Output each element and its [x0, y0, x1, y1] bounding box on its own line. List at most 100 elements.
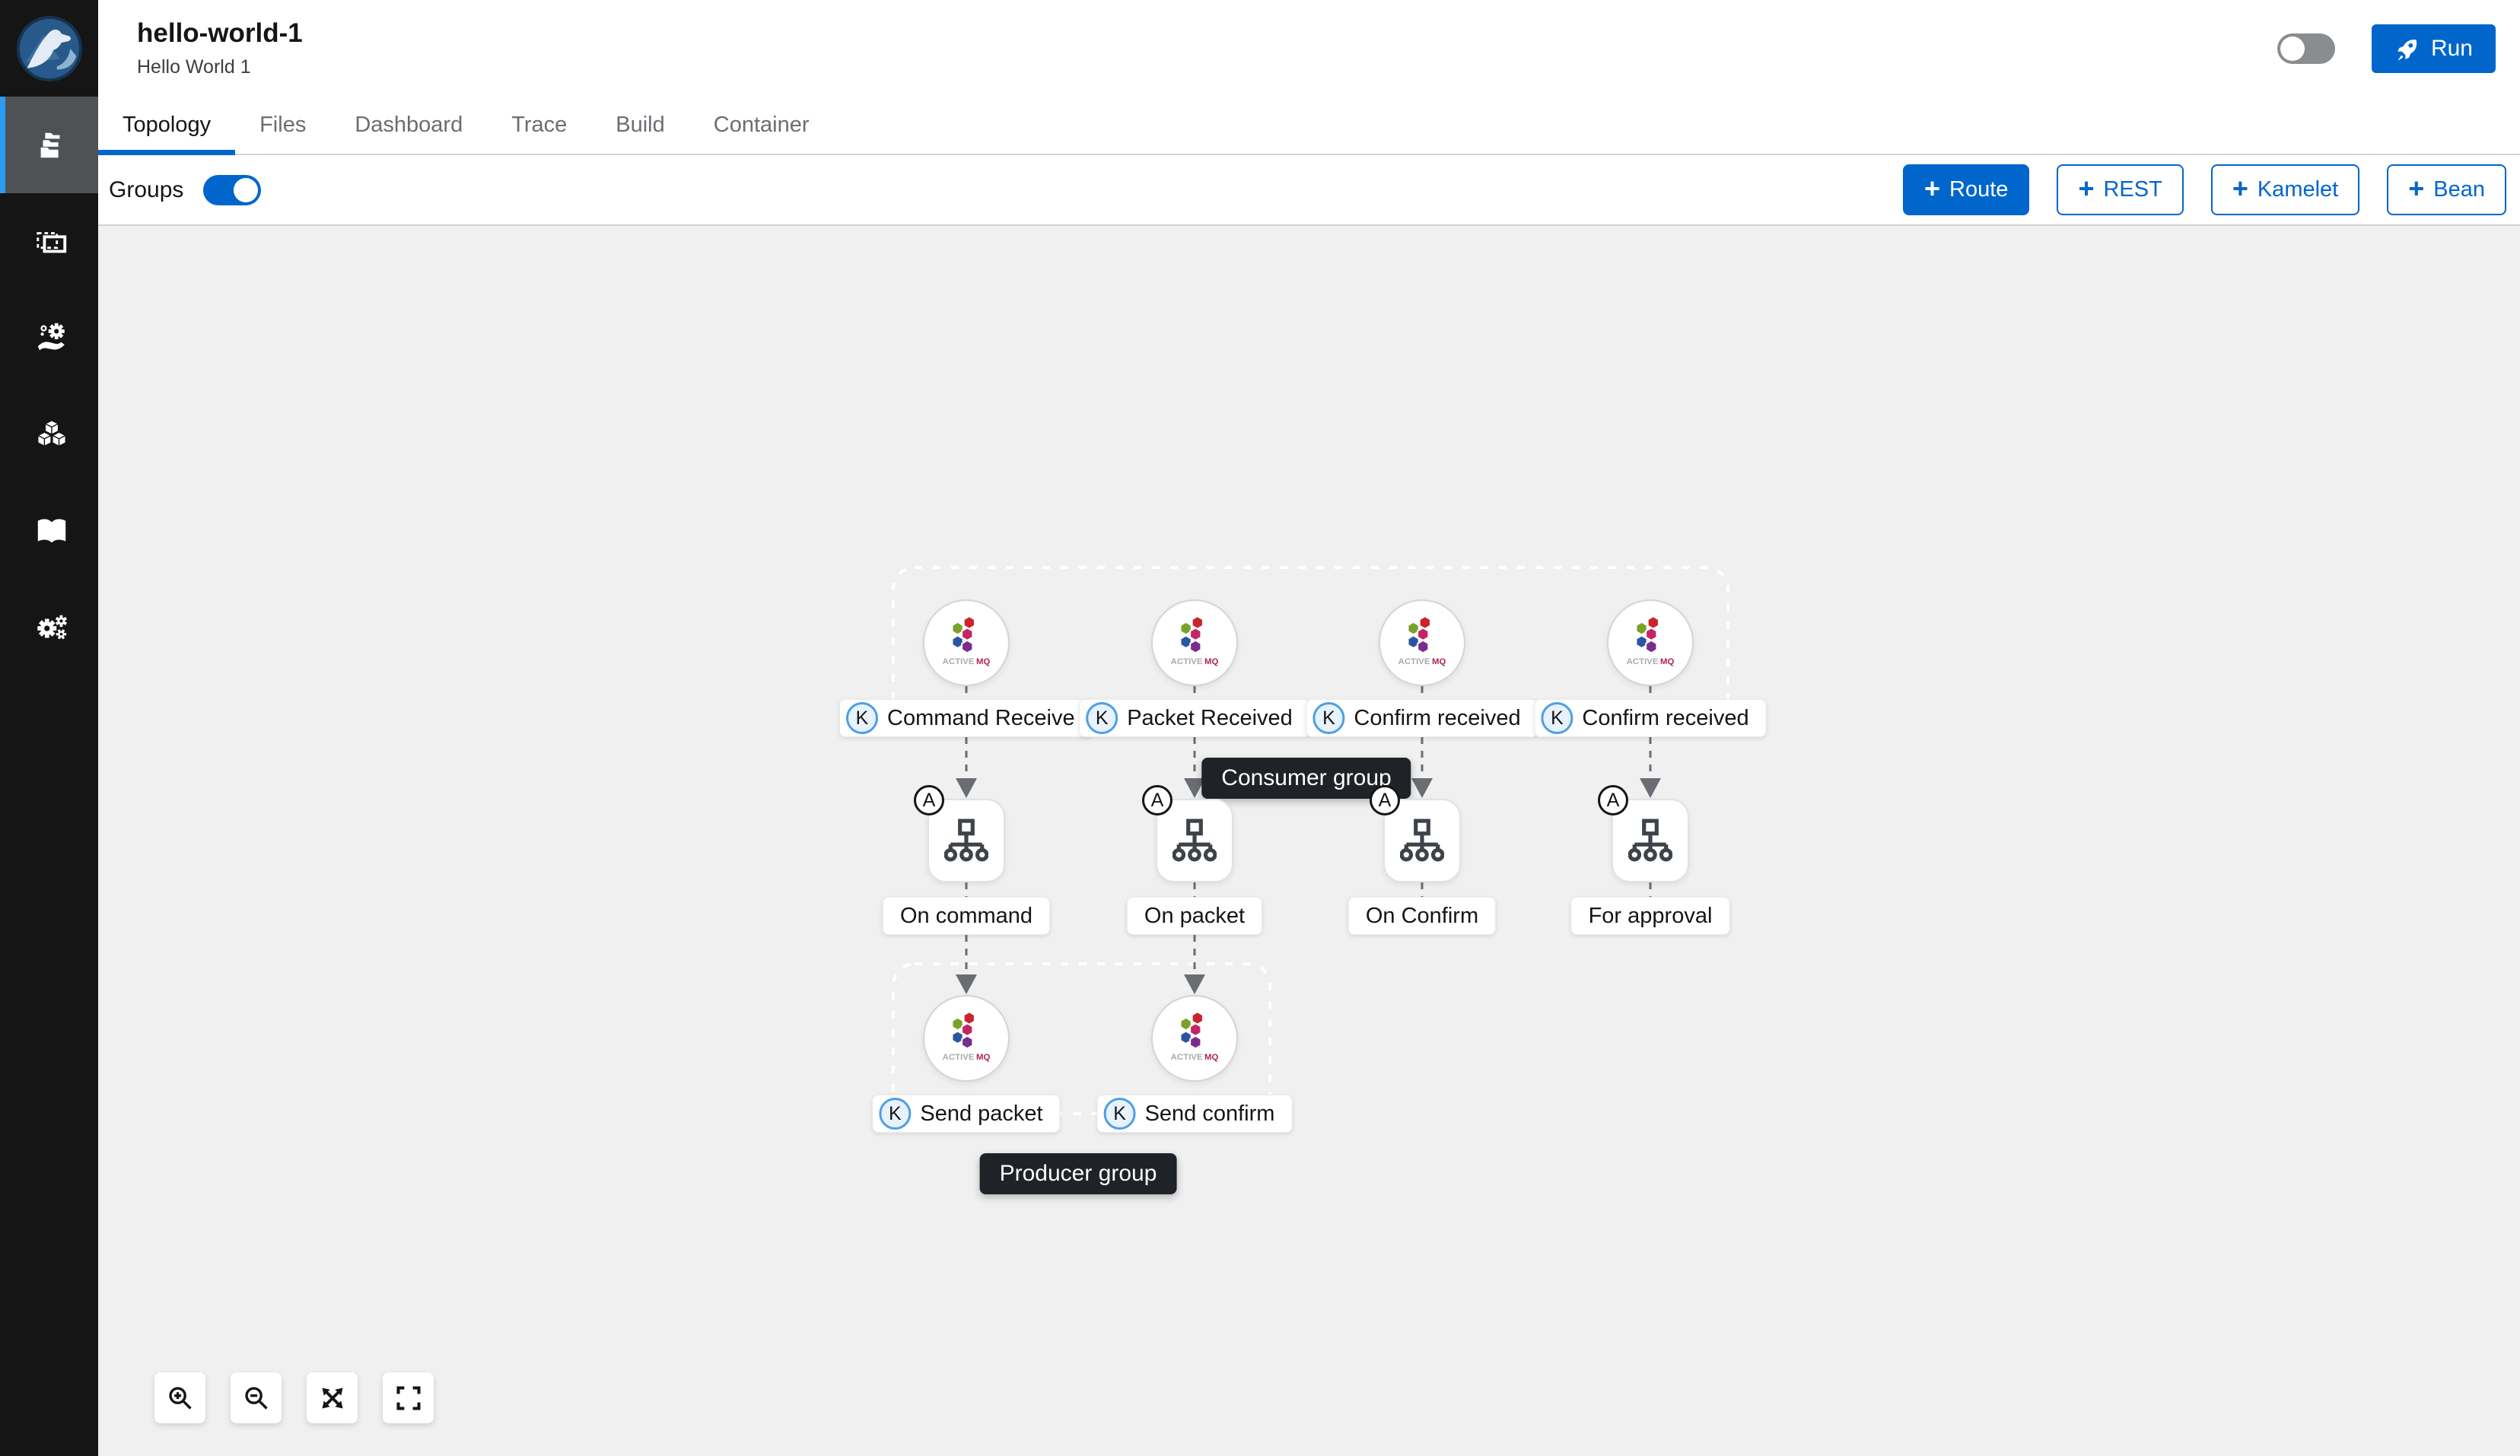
add-bean-button[interactable]: + Bean [2387, 164, 2506, 215]
add-route-button[interactable]: + Route [1903, 164, 2029, 215]
node-label-confirm-received-1[interactable]: K Confirm received [1306, 699, 1538, 737]
open-book-icon [34, 514, 69, 549]
groups-label: Groups [109, 177, 183, 203]
topology-edges [98, 226, 2520, 1456]
kamelet-badge: K [846, 702, 878, 734]
tab-files[interactable]: Files [235, 97, 330, 154]
projects-folders-icon [34, 128, 69, 163]
node-label-confirm-received-2[interactable]: K Confirm received [1534, 699, 1766, 737]
node-label-packet-received[interactable]: K Packet Received [1079, 699, 1310, 737]
node-route-for-approval[interactable]: A [1612, 799, 1689, 882]
fullscreen-button[interactable] [383, 1372, 434, 1423]
node-label-on-packet[interactable]: On packet [1127, 897, 1262, 935]
node-activemq-confirm-received-2[interactable] [1607, 599, 1694, 686]
sidebar-item-configuration[interactable] [0, 580, 98, 676]
node-route-on-packet[interactable]: A [1156, 799, 1233, 882]
activemq-logo-icon [1393, 614, 1451, 672]
node-label-send-confirm[interactable]: K Send confirm [1097, 1095, 1293, 1133]
tab-trace[interactable]: Trace [487, 97, 591, 154]
activemq-logo-icon [1621, 614, 1679, 672]
add-kamelet-button[interactable]: + Kamelet [2211, 164, 2359, 215]
sitemap-icon [1172, 819, 1217, 863]
node-label-text: Command Received [887, 706, 1076, 731]
sidebar [0, 0, 98, 1456]
producer-group-tooltip: Producer group [980, 1153, 1177, 1194]
tab-trace-label: Trace [511, 113, 567, 138]
sidebar-item-services[interactable] [0, 290, 98, 386]
tab-container-label: Container [714, 113, 810, 138]
zoom-out-icon [243, 1384, 270, 1412]
tab-container[interactable]: Container [689, 97, 834, 154]
node-route-on-command[interactable]: A [928, 799, 1005, 882]
fit-to-screen-button[interactable] [307, 1372, 358, 1423]
groups-toggle-knob [234, 178, 258, 202]
node-label-text: Confirm received [1582, 706, 1748, 731]
node-label-on-command[interactable]: On command [883, 897, 1050, 935]
activemq-logo-icon [1166, 614, 1223, 672]
node-route-on-confirm[interactable]: A [1383, 799, 1461, 882]
node-activemq-confirm-received-1[interactable] [1379, 599, 1465, 686]
groups-toggle[interactable] [203, 175, 261, 205]
tab-build[interactable]: Build [591, 97, 689, 154]
zoom-in-icon [167, 1384, 194, 1412]
kamelet-badge: K [1086, 702, 1118, 734]
tab-topology[interactable]: Topology [98, 97, 235, 154]
page-title: hello-world-1 [137, 18, 303, 49]
sidebar-item-projects[interactable] [0, 97, 98, 193]
add-rest-label: REST [2103, 177, 2162, 202]
add-rest-button[interactable]: + REST [2057, 164, 2183, 215]
tab-bar: Topology Files Dashboard Trace Build Con… [98, 97, 2520, 155]
sitemap-icon [1400, 819, 1444, 863]
edge-arrowheads [956, 778, 1661, 994]
zoom-in-button[interactable] [154, 1372, 205, 1423]
sidebar-item-templates[interactable] [0, 193, 98, 290]
node-label-text: Send packet [920, 1102, 1042, 1127]
node-label-text: On packet [1144, 904, 1245, 929]
route-badge: A [1598, 785, 1628, 815]
node-activemq-command-received[interactable] [923, 599, 1010, 686]
canvas-controls [154, 1372, 434, 1423]
plus-icon: + [2232, 175, 2248, 202]
node-activemq-send-confirm[interactable] [1151, 995, 1238, 1082]
node-label-for-approval[interactable]: For approval [1571, 897, 1730, 935]
route-badge: A [1142, 785, 1172, 815]
node-activemq-packet-received[interactable] [1151, 599, 1238, 686]
templates-icon [34, 224, 69, 259]
run-button-label: Run [2431, 36, 2473, 62]
consumer-group-border [893, 567, 1728, 718]
activemq-logo-icon [937, 1009, 995, 1067]
sitemap-icon [1628, 819, 1672, 863]
kamelet-badge: K [1541, 702, 1573, 734]
zoom-out-button[interactable] [231, 1372, 282, 1423]
node-label-text: On Confirm [1366, 904, 1478, 929]
project-header: hello-world-1 Hello World 1 Run [98, 0, 2520, 97]
node-label-on-confirm[interactable]: On Confirm [1348, 897, 1496, 935]
node-label-send-packet[interactable]: K Send packet [872, 1095, 1060, 1133]
fullscreen-icon [395, 1384, 422, 1412]
add-bean-label: Bean [2433, 177, 2485, 202]
route-badge: A [1370, 785, 1400, 815]
node-label-text: Confirm received [1354, 706, 1520, 731]
expand-arrows-icon [319, 1384, 346, 1412]
plus-icon: + [2078, 175, 2094, 202]
tab-dashboard[interactable]: Dashboard [330, 97, 487, 154]
header-toggle[interactable] [2277, 33, 2335, 64]
node-label-text: On command [900, 904, 1032, 929]
camel-logo-icon [14, 13, 85, 84]
sidebar-item-knowledgebase[interactable] [0, 483, 98, 580]
cubes-icon [34, 418, 69, 453]
topology-canvas[interactable]: Consumer group Producer group K Command … [98, 226, 2520, 1456]
node-label-command-received[interactable]: K Command Received [839, 699, 1093, 737]
topology-toolbar: Groups + Route + REST + Kamelet [98, 155, 2520, 226]
plus-icon: + [1924, 175, 1940, 202]
karavan-logo[interactable] [0, 0, 98, 97]
toggle-knob [2280, 37, 2305, 61]
activemq-logo-icon [937, 614, 995, 672]
run-button[interactable]: Run [2372, 24, 2496, 73]
sidebar-item-containers[interactable] [0, 386, 98, 483]
tab-build-label: Build [616, 113, 665, 138]
node-label-text: For approval [1589, 904, 1713, 929]
gears-icon [34, 611, 69, 646]
route-badge: A [914, 785, 944, 815]
node-activemq-send-packet[interactable] [923, 995, 1010, 1082]
